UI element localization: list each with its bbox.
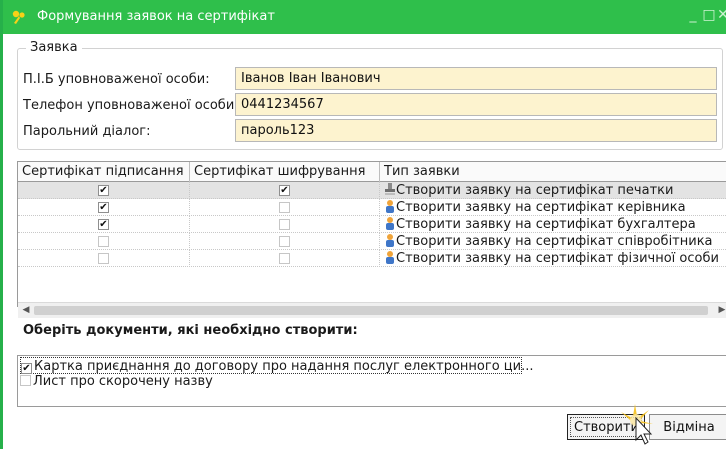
document-label: Лист про скорочену назву xyxy=(33,374,213,389)
request-type-label: Створити заявку на сертифікат печатки xyxy=(396,183,674,198)
request-type-label: Створити заявку на сертифікат бухгалтера xyxy=(396,217,696,232)
person-icon xyxy=(386,200,394,213)
signing-checkbox[interactable]: ✔ xyxy=(98,219,109,230)
signing-checkbox[interactable] xyxy=(98,253,109,264)
signing-cell: ✔ xyxy=(18,216,190,233)
app-logo-icon xyxy=(12,10,25,24)
column-header-encryption[interactable]: Сертифікат шифрування xyxy=(190,162,380,182)
documents-list: ✔ Картка приєднання до договору про надан… xyxy=(17,355,726,407)
request-type-label: Створити заявку на сертифікат фізичної о… xyxy=(396,251,719,266)
encryption-checkbox[interactable] xyxy=(279,253,290,264)
authorized-person-phone-label: Телефон уповноваженої особи: xyxy=(23,98,239,113)
document-item[interactable]: ✔ Картка приєднання до договору про надан… xyxy=(20,357,533,374)
signing-checkbox[interactable]: ✔ xyxy=(98,202,109,213)
request-type-cell: Створити заявку на сертифікат керівника xyxy=(380,199,686,216)
horizontal-scrollbar[interactable]: ◀ ▶ xyxy=(18,302,726,318)
encryption-cell: ✔ xyxy=(190,182,380,199)
stamp-icon xyxy=(385,183,395,195)
grid-header: Сертифікат підписання Сертифікат шифрува… xyxy=(18,162,726,182)
request-type-cell: Створити заявку на сертифікат співробітн… xyxy=(380,233,713,250)
mouse-cursor-icon xyxy=(621,404,653,445)
request-type-label: Створити заявку на сертифікат керівника xyxy=(396,200,686,215)
minimize-button[interactable]: _ xyxy=(685,6,701,24)
person-icon xyxy=(386,234,394,247)
request-type-cell: Створити заявку на сертифікат фізичної о… xyxy=(380,250,719,267)
request-type-cell: Створити заявку на сертифікат печатки xyxy=(380,182,673,199)
certificate-request-dialog: Формування заявок на сертифікат _ □ ✕ За… xyxy=(0,0,726,449)
grid-row[interactable]: Створити заявку на сертифікат співробітн… xyxy=(18,233,726,250)
password-dialog-label: Парольний діалог: xyxy=(23,124,151,139)
encryption-cell xyxy=(190,233,380,250)
person-icon xyxy=(386,217,394,230)
authorized-person-phone-input[interactable] xyxy=(235,93,717,116)
scrollbar-thumb[interactable] xyxy=(34,306,708,315)
grid-row[interactable]: ✔ Створити заявку на сертифікат керівника xyxy=(18,199,726,216)
request-group-legend: Заявка xyxy=(26,40,82,55)
signing-cell xyxy=(18,250,190,267)
request-type-label: Створити заявку на сертифікат співробітн… xyxy=(396,234,713,249)
close-button[interactable]: ✕ xyxy=(715,6,726,24)
encryption-cell xyxy=(190,216,380,233)
signing-cell xyxy=(18,233,190,250)
authorized-person-name-input[interactable] xyxy=(235,67,717,90)
certificate-type-grid: Сертифікат підписання Сертифікат шифрува… xyxy=(17,161,726,318)
encryption-checkbox[interactable] xyxy=(279,219,290,230)
grid-row[interactable]: ✔ ✔ Створити заявку на сертифікат печатки xyxy=(18,182,726,199)
document-item[interactable]: Лист про скорочену назву xyxy=(20,373,213,390)
window-title: Формування заявок на сертифікат xyxy=(37,9,275,24)
grid-row[interactable]: ✔ Створити заявку на сертифікат бухгалтер… xyxy=(18,216,726,233)
column-header-signing[interactable]: Сертифікат підписання xyxy=(18,162,190,182)
signing-checkbox[interactable]: ✔ xyxy=(98,185,109,196)
document-label: Картка приєднання до договору про наданн… xyxy=(34,359,534,374)
encryption-checkbox[interactable] xyxy=(279,202,290,213)
grid-row[interactable]: Створити заявку на сертифікат фізичної о… xyxy=(18,250,726,267)
column-header-request-type[interactable]: Тип заявки xyxy=(380,162,726,182)
scroll-left-icon[interactable]: ◀ xyxy=(19,303,33,318)
scroll-right-icon[interactable]: ▶ xyxy=(715,303,726,318)
authorized-person-name-label: П.І.Б уповноваженої особи: xyxy=(23,72,210,87)
documents-heading: Оберіть документи, які необхідно створит… xyxy=(23,323,358,338)
signing-cell: ✔ xyxy=(18,199,190,216)
encryption-cell xyxy=(190,250,380,267)
person-icon xyxy=(386,251,394,264)
encryption-checkbox[interactable] xyxy=(279,236,290,247)
password-dialog-input[interactable] xyxy=(235,119,717,142)
cancel-button[interactable]: Відміна xyxy=(649,414,726,440)
encryption-checkbox[interactable]: ✔ xyxy=(279,185,290,196)
encryption-cell xyxy=(190,199,380,216)
signing-checkbox[interactable] xyxy=(98,236,109,247)
signing-cell: ✔ xyxy=(18,182,190,199)
title-bar: Формування заявок на сертифікат _ □ ✕ xyxy=(3,0,726,34)
document-checkbox[interactable] xyxy=(20,375,31,386)
request-type-cell: Створити заявку на сертифікат бухгалтера xyxy=(380,216,696,233)
